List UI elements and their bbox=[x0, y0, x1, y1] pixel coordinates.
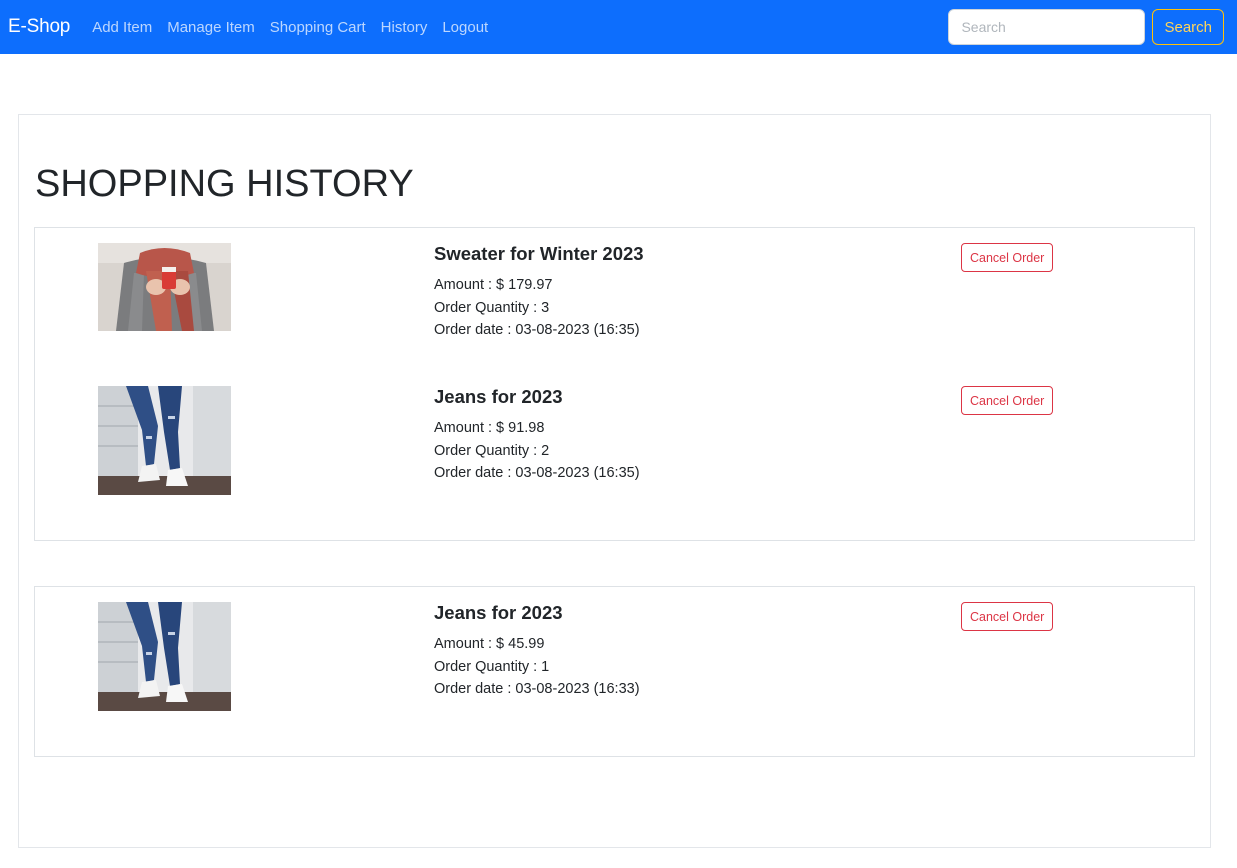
order-quantity: Order Quantity : 2 bbox=[434, 442, 550, 459]
order-quantity: Order Quantity : 3 bbox=[434, 299, 550, 316]
order-date: Order date : 03-08-2023 (16:33) bbox=[434, 681, 640, 697]
search-input[interactable] bbox=[948, 9, 1146, 45]
top-navbar: E-Shop Add Item Manage Item Shopping Car… bbox=[0, 0, 1237, 54]
jeans-photo bbox=[98, 386, 231, 495]
order-date: Order date : 03-08-2023 (16:35) bbox=[434, 322, 640, 338]
order-info: Jeans for 2023 Amount : $ 91.98 Order Qu… bbox=[434, 386, 640, 485]
item-title: Jeans for 2023 bbox=[434, 602, 563, 623]
page-title: SHOPPING HISTORY bbox=[35, 163, 414, 205]
sweater-photo bbox=[98, 243, 231, 331]
order-item: Jeans for 2023 Amount : $ 45.99 Order Qu… bbox=[35, 602, 1194, 722]
cancel-order-button[interactable]: Cancel Order bbox=[961, 243, 1054, 272]
order-date: Order date : 03-08-2023 (16:35) bbox=[434, 465, 640, 481]
nav-history[interactable]: History bbox=[381, 19, 428, 36]
order-item: Jeans for 2023 Amount : $ 91.98 Order Qu… bbox=[35, 386, 1194, 506]
nav-add-item[interactable]: Add Item bbox=[92, 19, 152, 36]
search-button[interactable]: Search bbox=[1152, 9, 1224, 45]
nav-manage-item[interactable]: Manage Item bbox=[167, 19, 255, 36]
nav-logout[interactable]: Logout bbox=[442, 19, 488, 36]
brand-link[interactable]: E-Shop bbox=[8, 16, 70, 38]
order-amount: Amount : $ 91.98 bbox=[434, 420, 545, 436]
cancel-order-button[interactable]: Cancel Order bbox=[961, 602, 1054, 631]
nav-shopping-cart[interactable]: Shopping Cart bbox=[270, 19, 366, 36]
order-amount: Amount : $ 45.99 bbox=[434, 636, 545, 652]
nav-links: Add Item Manage Item Shopping Cart Histo… bbox=[92, 19, 503, 36]
cancel-order-button[interactable]: Cancel Order bbox=[961, 386, 1054, 415]
search-form: Search bbox=[948, 9, 1224, 45]
order-info: Jeans for 2023 Amount : $ 45.99 Order Qu… bbox=[434, 602, 640, 701]
item-title: Jeans for 2023 bbox=[434, 386, 563, 407]
order-amount: Amount : $ 179.97 bbox=[434, 277, 553, 293]
order-group: Sweater for Winter 2023 Amount : $ 179.9… bbox=[34, 227, 1195, 541]
order-item: Sweater for Winter 2023 Amount : $ 179.9… bbox=[35, 243, 1194, 363]
order-group: Jeans for 2023 Amount : $ 45.99 Order Qu… bbox=[34, 586, 1195, 757]
order-info: Sweater for Winter 2023 Amount : $ 179.9… bbox=[434, 243, 644, 342]
jeans-photo bbox=[98, 602, 231, 711]
item-title: Sweater for Winter 2023 bbox=[434, 243, 644, 264]
order-quantity: Order Quantity : 1 bbox=[434, 658, 550, 675]
history-card: SHOPPING HISTORY Sweater for Winter 2023… bbox=[18, 114, 1211, 848]
